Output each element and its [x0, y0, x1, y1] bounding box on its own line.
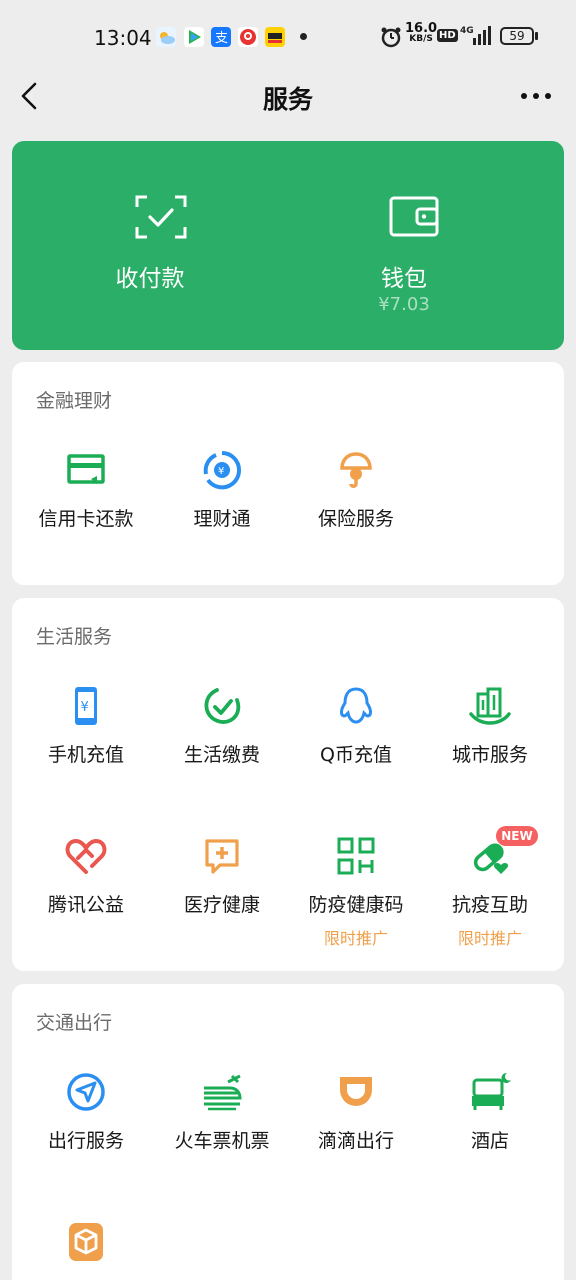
wallet-button[interactable]: 钱包 ¥7.03 [288, 141, 564, 350]
travel-services-button[interactable]: 出行服务 [18, 1072, 154, 1153]
didi-button[interactable]: 滴滴出行 [288, 1072, 424, 1153]
meituan-app-icon [265, 27, 285, 47]
city-services-button[interactable]: 城市服务 [422, 686, 558, 767]
hd-badge: HD [437, 29, 458, 42]
charity-heart-icon [65, 839, 107, 874]
health-code-icon [337, 837, 375, 875]
signal-icon: 4G [460, 26, 491, 45]
status-time: 13:04 [94, 26, 152, 50]
svg-text:¥: ¥ [218, 466, 224, 477]
package-button[interactable] [18, 1222, 154, 1262]
hotel-label: 酒店 [470, 1130, 509, 1152]
nav-bar: 服务 [0, 72, 576, 120]
train-plane-icon [204, 1074, 242, 1111]
section-title-life: 生活服务 [36, 626, 113, 648]
pay-receive-button[interactable]: 收付款 [12, 141, 288, 350]
qq-coin-label: Q币充值 [320, 744, 392, 766]
licaitong-label: 理财通 [193, 508, 251, 530]
didi-icon [340, 1077, 372, 1106]
wealth-icon: ¥ [203, 451, 242, 490]
scan-check-icon [135, 195, 187, 239]
didi-label: 滴滴出行 [317, 1130, 394, 1152]
wallet-label: 钱包 [381, 266, 427, 292]
credit-card-label: 信用卡还款 [38, 508, 134, 530]
phone-recharge-icon: ¥ [75, 687, 97, 725]
life-services-section: 生活服务 ¥ 手机充值 生活缴费 Q币充值 城市服务 腾讯公益 医疗健康 防疫健… [12, 598, 564, 971]
hotel-bed-icon [472, 1072, 511, 1110]
city-icon [469, 687, 511, 725]
promo-tag: 限时推广 [457, 929, 522, 948]
page-title: 服务 [262, 85, 313, 114]
more-dots-icon[interactable] [518, 84, 554, 108]
licaitong-button[interactable]: ¥ 理财通 [154, 450, 290, 531]
svg-text:¥: ¥ [81, 700, 89, 715]
qq-coin-button[interactable]: Q币充值 [288, 686, 424, 767]
phone-recharge-button[interactable]: ¥ 手机充值 [18, 686, 154, 767]
status-bar: 13:04 支 16.0 KB/S HD 4G 59 [0, 0, 576, 72]
qq-coin-icon [340, 687, 372, 724]
section-title-finance: 金融理财 [36, 390, 113, 412]
medical-health-label: 医疗健康 [183, 894, 260, 916]
svg-text:支: 支 [215, 31, 228, 46]
anti-epidemic-aid-button[interactable]: 抗疫互助 限时推广 [422, 836, 558, 949]
credit-card-icon [67, 454, 105, 484]
promo-tag: 限时推广 [323, 929, 388, 948]
section-title-transport: 交通出行 [36, 1012, 113, 1034]
wallet-icon [389, 196, 439, 237]
red-app-icon [238, 27, 258, 47]
battery-level: 59 [509, 29, 525, 43]
package-icon [69, 1223, 103, 1261]
battery-tip [535, 32, 538, 40]
pay-receive-label: 收付款 [115, 266, 185, 292]
payment-wallet-card: 收付款 钱包 ¥7.03 [12, 141, 564, 350]
bill-pay-label: 生活缴费 [183, 744, 260, 766]
insurance-icon [340, 452, 372, 488]
navigation-icon [67, 1073, 105, 1111]
tencent-charity-label: 腾讯公益 [47, 894, 124, 916]
travel-services-label: 出行服务 [47, 1130, 124, 1152]
insurance-label: 保险服务 [317, 508, 394, 530]
tencent-charity-button[interactable]: 腾讯公益 [18, 836, 154, 917]
bill-pay-icon [204, 688, 241, 724]
health-code-label: 防疫健康码 [308, 894, 404, 916]
anti-epidemic-aid-label: 抗疫互助 [451, 894, 528, 916]
finance-section: 金融理财 信用卡还款 ¥ 理财通 保险服务 [12, 362, 564, 585]
train-flight-label: 火车票机票 [174, 1130, 270, 1152]
credit-card-repay-button[interactable]: 信用卡还款 [18, 450, 154, 531]
transport-section: 交通出行 出行服务 火车票机票 滴滴出行 酒店 [12, 984, 564, 1280]
network-type: 4G [460, 26, 474, 36]
alipay-app-icon: 支 [211, 27, 231, 47]
new-badge: NEW [496, 826, 538, 846]
battery-icon: 59 [500, 27, 534, 45]
weather-app-icon [156, 27, 176, 47]
phone-recharge-label: 手机充值 [47, 744, 124, 766]
medical-icon [205, 839, 239, 874]
notification-dot [300, 33, 307, 40]
net-speed-value: 16.0 [405, 21, 438, 36]
alarm-icon [381, 27, 401, 48]
health-code-button[interactable]: 防疫健康码 限时推广 [288, 836, 424, 949]
bill-pay-button[interactable]: 生活缴费 [154, 686, 290, 767]
city-services-label: 城市服务 [451, 744, 528, 766]
insurance-button[interactable]: 保险服务 [288, 450, 424, 531]
wallet-balance: ¥7.03 [378, 294, 430, 315]
train-flight-button[interactable]: 火车票机票 [154, 1072, 290, 1153]
net-speed: 16.0 KB/S [405, 21, 438, 44]
video-app-icon [184, 27, 204, 47]
hotel-button[interactable]: 酒店 [422, 1072, 558, 1153]
medical-health-button[interactable]: 医疗健康 [154, 836, 290, 917]
net-speed-unit: KB/S [409, 34, 433, 44]
